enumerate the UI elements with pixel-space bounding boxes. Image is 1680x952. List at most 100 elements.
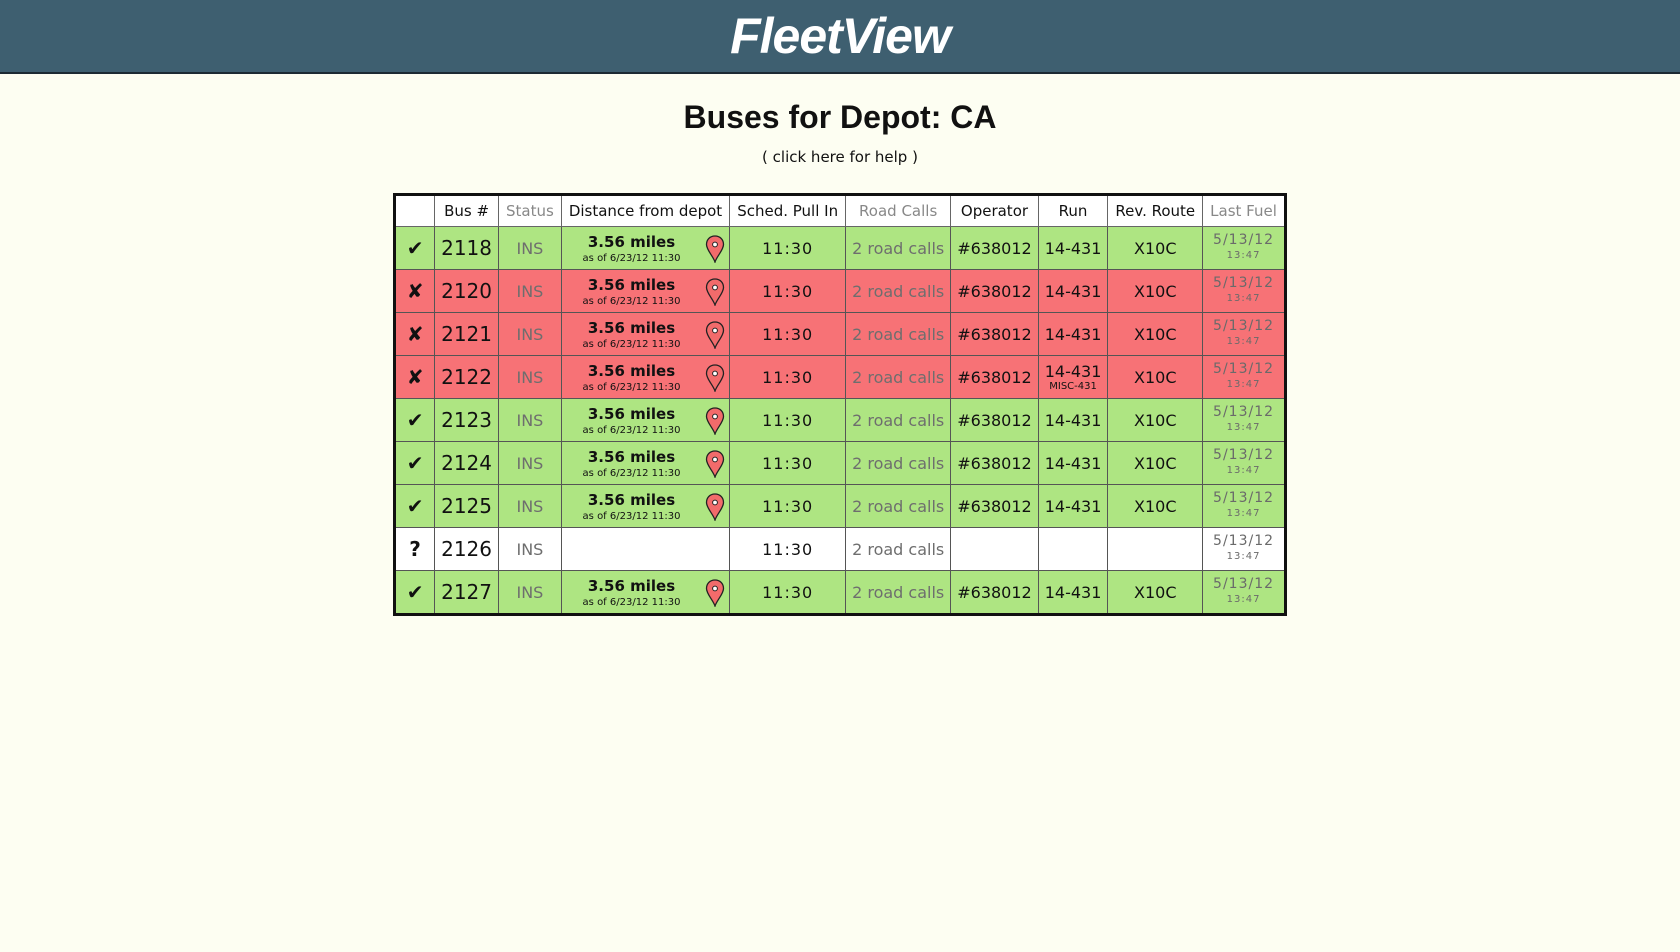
bus-number[interactable]: 2126 (434, 527, 499, 571)
road-calls-link[interactable]: 2 road calls (845, 484, 952, 528)
map-pin-icon[interactable] (705, 235, 725, 265)
col-header-operator: Operator (950, 194, 1039, 227)
distance-timestamp: as of 6/23/12 11:30 (582, 596, 681, 608)
rev-route: X10C (1107, 484, 1204, 528)
distance-value: 3.56 miles (587, 275, 676, 294)
road-calls-link[interactable]: 2 road calls (845, 441, 952, 485)
last-fuel-time: 13:47 (1226, 465, 1261, 476)
road-calls-link[interactable]: 2 road calls (845, 355, 952, 399)
col-header-sched: Sched. Pull In (729, 194, 847, 227)
app-logo: FleetView (730, 8, 951, 64)
distance-timestamp: as of 6/23/12 11:30 (582, 510, 681, 522)
distance-value: 3.56 miles (587, 490, 676, 509)
distance-cell: 3.56 miles as of 6/23/12 11:30 (560, 398, 731, 442)
bus-status: INS (498, 226, 562, 270)
bus-status: INS (498, 484, 562, 528)
col-header-status: Status (498, 194, 562, 227)
status-mark: ✘ (394, 312, 436, 356)
operator: #638012 (950, 398, 1039, 442)
run-cell: 14-431 MISC-431 (1037, 355, 1109, 399)
bus-number[interactable]: 2127 (434, 570, 499, 615)
map-pin-icon[interactable] (705, 579, 725, 609)
road-calls-link[interactable]: 2 road calls (845, 312, 952, 356)
distance-cell: 3.56 miles as of 6/23/12 11:30 (560, 269, 731, 313)
road-calls-link[interactable]: 2 road calls (845, 570, 952, 615)
table-header-row: Bus # Status Distance from depot Sched. … (394, 194, 1286, 227)
table-row[interactable]: ✘ 2120 INS 3.56 miles as of 6/23/12 11:30 11:… (394, 269, 1286, 313)
rev-route: X10C (1107, 269, 1204, 313)
table-row[interactable]: ✔ 2127 INS 3.56 miles as of 6/23/12 11:30 11:… (394, 570, 1286, 615)
table-row[interactable]: ✘ 2121 INS 3.56 miles as of 6/23/12 11:30 11:… (394, 312, 1286, 356)
rev-route: X10C (1107, 570, 1204, 615)
rev-route: X10C (1107, 226, 1204, 270)
last-fuel-cell: 5/13/12 13:47 (1202, 441, 1286, 485)
road-calls-link[interactable]: 2 road calls (845, 269, 952, 313)
last-fuel-date: 5/13/12 (1213, 275, 1275, 291)
table-body: ✔ 2118 INS 3.56 miles as of 6/23/12 11:30 11:… (394, 226, 1286, 615)
status-mark: ✘ (394, 269, 436, 313)
last-fuel-cell: 5/13/12 13:47 (1202, 570, 1286, 615)
run-value: 14-431 (1044, 453, 1102, 473)
last-fuel-cell: 5/13/12 13:47 (1202, 312, 1286, 356)
bus-number[interactable]: 2121 (434, 312, 499, 356)
distance-cell: 3.56 miles as of 6/23/12 11:30 (560, 355, 731, 399)
run-value: 14-431 (1044, 410, 1102, 430)
bus-status: INS (498, 441, 562, 485)
table-row[interactable]: ? 2126 INS 11:30 2 road calls 5/13/12 13:47 (394, 527, 1286, 571)
bus-number[interactable]: 2122 (434, 355, 499, 399)
bus-status: INS (498, 312, 562, 356)
last-fuel-cell: 5/13/12 13:47 (1202, 355, 1286, 399)
map-pin-icon[interactable] (705, 321, 725, 351)
sched-pull-in: 11:30 (729, 226, 847, 270)
road-calls-link[interactable]: 2 road calls (845, 226, 952, 270)
bus-table-wrapper: Bus # Status Distance from depot Sched. … (0, 193, 1680, 616)
map-pin-icon[interactable] (705, 450, 725, 480)
last-fuel-time: 13:47 (1226, 551, 1261, 562)
table-row[interactable]: ✔ 2125 INS 3.56 miles as of 6/23/12 11:30 11:… (394, 484, 1286, 528)
operator: #638012 (950, 441, 1039, 485)
status-mark: ✔ (394, 441, 436, 485)
bus-number[interactable]: 2124 (434, 441, 499, 485)
status-mark: ✔ (394, 398, 436, 442)
distance-timestamp: as of 6/23/12 11:30 (582, 338, 681, 350)
rev-route (1107, 527, 1204, 571)
col-header-run: Run (1037, 194, 1109, 227)
distance-value: 3.56 miles (587, 232, 676, 251)
map-pin-icon[interactable] (705, 364, 725, 394)
bus-number[interactable]: 2120 (434, 269, 499, 313)
last-fuel-date: 5/13/12 (1213, 232, 1275, 248)
help-link[interactable]: ( click here for help ) (0, 148, 1680, 166)
run-value: 14-431 (1044, 582, 1102, 602)
map-pin-icon[interactable] (705, 493, 725, 523)
map-pin-icon[interactable] (705, 278, 725, 308)
table-row[interactable]: ✘ 2122 INS 3.56 miles as of 6/23/12 11:30 11:… (394, 355, 1286, 399)
status-mark: ? (394, 527, 436, 571)
rev-route: X10C (1107, 355, 1204, 399)
sched-pull-in: 11:30 (729, 269, 847, 313)
sched-pull-in: 11:30 (729, 570, 847, 615)
operator: #638012 (950, 484, 1039, 528)
last-fuel-date: 5/13/12 (1213, 318, 1275, 334)
map-pin-icon[interactable] (705, 407, 725, 437)
run-cell: 14-431 (1037, 312, 1109, 356)
col-header-mark (394, 194, 436, 227)
bus-table: Bus # Status Distance from depot Sched. … (393, 193, 1287, 616)
table-row[interactable]: ✔ 2124 INS 3.56 miles as of 6/23/12 11:30 11:… (394, 441, 1286, 485)
bus-number[interactable]: 2123 (434, 398, 499, 442)
status-mark: ✘ (394, 355, 436, 399)
last-fuel-date: 5/13/12 (1213, 576, 1275, 592)
road-calls-link[interactable]: 2 road calls (845, 527, 952, 571)
bus-number[interactable]: 2125 (434, 484, 499, 528)
col-header-bus: Bus # (434, 194, 499, 227)
table-row[interactable]: ✔ 2118 INS 3.56 miles as of 6/23/12 11:30 11:… (394, 226, 1286, 270)
distance-cell: 3.56 miles as of 6/23/12 11:30 (560, 312, 731, 356)
sched-pull-in: 11:30 (729, 355, 847, 399)
run-cell: 14-431 (1037, 398, 1109, 442)
last-fuel-cell: 5/13/12 13:47 (1202, 484, 1286, 528)
road-calls-link[interactable]: 2 road calls (845, 398, 952, 442)
col-header-road-calls: Road Calls (845, 194, 952, 227)
table-row[interactable]: ✔ 2123 INS 3.56 miles as of 6/23/12 11:30 11:… (394, 398, 1286, 442)
distance-value: 3.56 miles (587, 576, 676, 595)
run-value: 14-431 (1044, 324, 1102, 344)
bus-number[interactable]: 2118 (434, 226, 499, 270)
